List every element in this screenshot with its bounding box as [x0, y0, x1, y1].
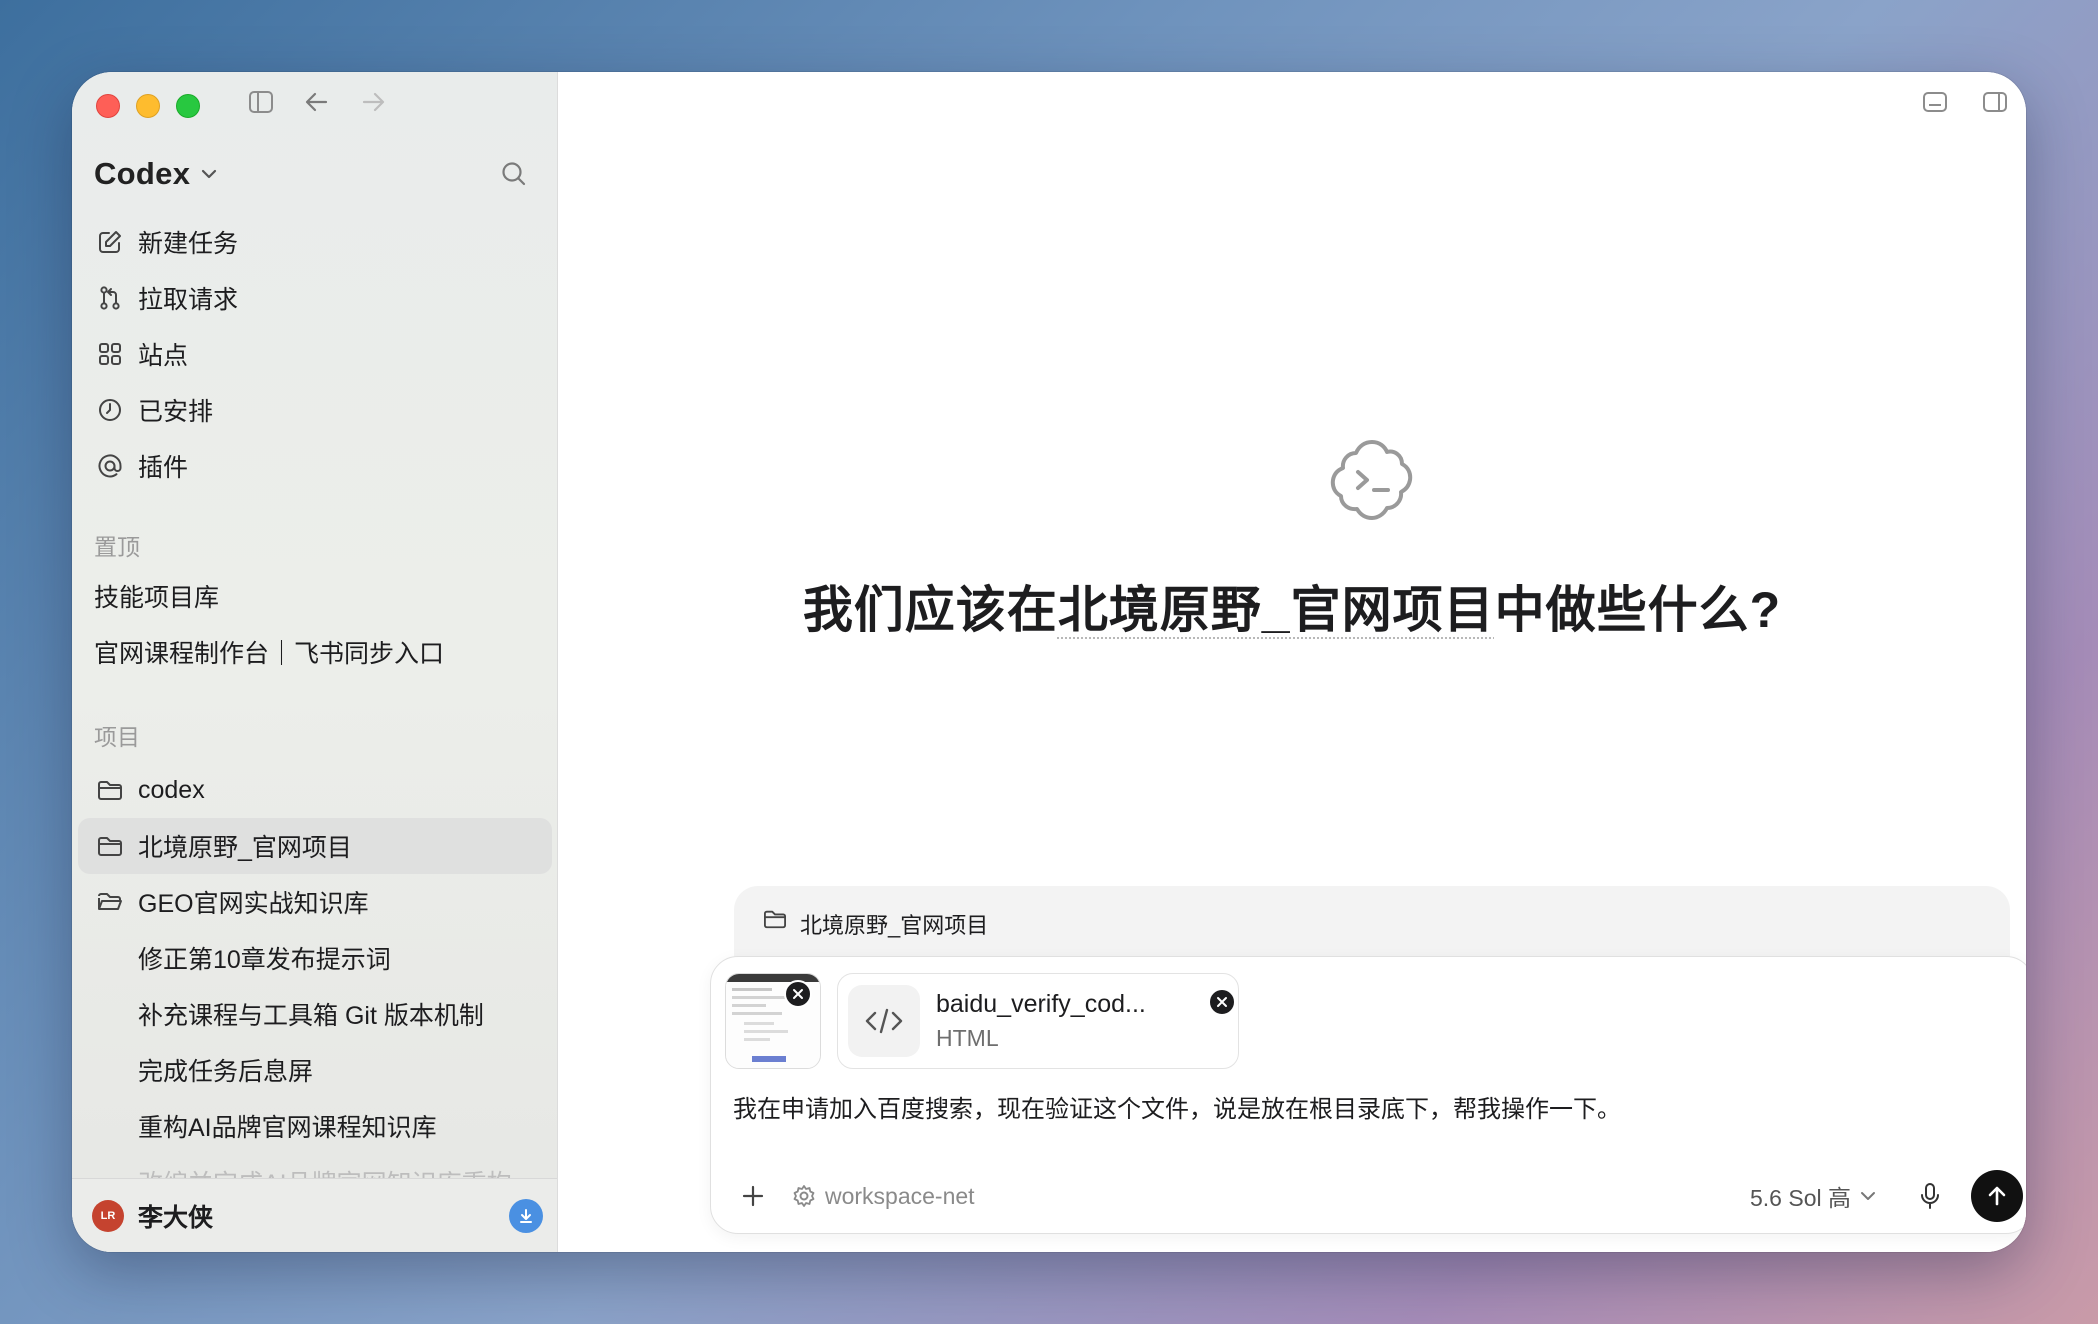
- remove-screenshot-button[interactable]: [784, 980, 812, 1008]
- sidebar-item-label: 已安排: [138, 398, 214, 426]
- close-icon: [1217, 997, 1227, 1007]
- workspace-label: workspace-net: [825, 1182, 975, 1209]
- open-folder-icon: [98, 893, 122, 910]
- code-file-icon: [848, 985, 920, 1057]
- composer-toolbar: workspace-net 5.6 Sol 高: [733, 1165, 2023, 1227]
- chevron-down-icon: [202, 169, 217, 179]
- minimize-window-button[interactable]: [136, 94, 160, 118]
- workspace-switcher[interactable]: Codex: [94, 156, 218, 192]
- grid-icon: [99, 343, 121, 365]
- project-item-codex[interactable]: codex: [78, 762, 552, 818]
- remove-file-button[interactable]: [1208, 988, 1236, 1016]
- user-footer[interactable]: LR 李大侠: [72, 1178, 557, 1252]
- voice-input-button[interactable]: [1915, 1182, 1945, 1210]
- terminal-panel-icon[interactable]: [1922, 90, 1948, 114]
- plus-icon: [742, 1185, 764, 1207]
- main-panel: 我们应该在北境原野_官网项目中做些什么? 北境原野_官网项目 baidu_ver…: [558, 72, 2026, 1252]
- search-icon[interactable]: [500, 160, 528, 188]
- clock-icon: [99, 399, 121, 421]
- prompt-input[interactable]: 我在申请加入百度搜索，现在验证这个文件，说是放在根目录底下，帮我操作一下。: [733, 1089, 1621, 1124]
- zoom-window-button[interactable]: [176, 94, 200, 118]
- file-info: baidu_verify_cod... HTML: [936, 990, 1146, 1052]
- arrow-up-icon: [1988, 1186, 2006, 1206]
- context-project-label: 北境原野_官网项目: [800, 913, 989, 938]
- composer: baidu_verify_cod... HTML 我在申请加入百度搜索，现在验证…: [710, 956, 2026, 1234]
- gear-icon: [793, 1185, 815, 1207]
- task-item[interactable]: 完成任务后息屏: [78, 1042, 552, 1098]
- screenshot-attachment-thumbnail[interactable]: [725, 973, 821, 1069]
- window-controls: [96, 94, 200, 118]
- add-attachment-button[interactable]: [733, 1176, 773, 1216]
- hero-title: 我们应该在北境原野_官网项目中做些什么?: [558, 570, 2026, 642]
- edit-icon: [99, 231, 121, 253]
- model-selector[interactable]: 5.6 Sol 高: [1750, 1179, 1877, 1213]
- project-item-geo[interactable]: GEO官网实战知识库: [78, 874, 552, 930]
- microphone-icon: [1921, 1183, 1939, 1209]
- task-item[interactable]: 修正第10章发布提示词: [78, 930, 552, 986]
- pinned-item[interactable]: 官网课程制作台｜飞书同步入口: [82, 624, 548, 680]
- project-label: codex: [138, 775, 205, 804]
- at-icon: [98, 454, 122, 478]
- workspace-selector[interactable]: workspace-net: [791, 1183, 975, 1210]
- hero-prefix: 我们应该在: [802, 582, 1058, 638]
- folder-icon: [764, 910, 786, 929]
- pull-request-icon: [100, 286, 120, 310]
- sidebar-toolbar: [248, 90, 386, 114]
- codex-cloud-icon: [1330, 440, 1413, 520]
- side-panel-icon[interactable]: [1982, 90, 2008, 114]
- sidebar-toggle-icon[interactable]: [248, 90, 274, 114]
- sidebar-item-scheduled[interactable]: 已安排: [82, 382, 548, 438]
- file-attachment-chip[interactable]: baidu_verify_cod... HTML: [837, 973, 1239, 1069]
- sidebar-item-label: 新建任务: [138, 230, 239, 258]
- download-update-button[interactable]: [509, 1199, 543, 1233]
- pinned-list: 技能项目库 官网课程制作台｜飞书同步入口: [82, 568, 548, 680]
- app-name: Codex: [94, 156, 191, 191]
- pinned-section-label: 置顶: [94, 534, 140, 560]
- back-arrow-icon[interactable]: [304, 90, 330, 114]
- sidebar-item-new-task[interactable]: 新建任务: [82, 214, 548, 270]
- forward-arrow-icon[interactable]: [360, 90, 386, 114]
- avatar: LR: [92, 1199, 124, 1232]
- model-label: 5.6 Sol 高: [1750, 1185, 1851, 1211]
- sidebar-nav: 新建任务 拉取请求 站点 已安排 插件: [82, 214, 548, 494]
- send-button[interactable]: [1971, 1170, 2023, 1222]
- sidebar-item-label: 拉取请求: [138, 286, 239, 314]
- projects-section-label: 项目: [94, 724, 140, 750]
- user-name: 李大侠: [138, 1203, 214, 1232]
- sidebar-item-label: 插件: [138, 454, 189, 482]
- download-icon: [520, 1209, 532, 1223]
- project-context-bar[interactable]: 北境原野_官网项目: [734, 886, 2010, 966]
- project-item-active[interactable]: 北境原野_官网项目: [78, 818, 552, 874]
- file-name: baidu_verify_cod...: [936, 990, 1146, 1018]
- sidebar: Codex 新建任务 拉取请求 站点 已安排 插件 置顶 技能项目库 官网课程制…: [72, 72, 558, 1252]
- hero-suffix: 中做些什么?: [1494, 582, 1782, 638]
- folder-icon: [98, 837, 122, 856]
- folder-icon: [98, 781, 122, 800]
- projects-list: codex 北境原野_官网项目 GEO官网实战知识库 修正第10章发布提示词 补…: [78, 762, 552, 1194]
- sidebar-item-pull-requests[interactable]: 拉取请求: [82, 270, 548, 326]
- sidebar-item-label: 站点: [138, 342, 189, 370]
- close-icon: [793, 989, 803, 999]
- window-tools: [1922, 90, 2008, 114]
- task-item[interactable]: 补充课程与工具箱 Git 版本机制: [78, 986, 552, 1042]
- project-label: GEO官网实战知识库: [138, 890, 369, 918]
- sidebar-item-sites[interactable]: 站点: [82, 326, 548, 382]
- close-window-button[interactable]: [96, 94, 120, 118]
- chevron-down-icon: [1861, 1192, 1875, 1200]
- sidebar-item-plugins[interactable]: 插件: [82, 438, 548, 494]
- pinned-item[interactable]: 技能项目库: [82, 568, 548, 624]
- app-window: Codex 新建任务 拉取请求 站点 已安排 插件 置顶 技能项目库 官网课程制…: [72, 72, 2026, 1252]
- hero-project-link[interactable]: 北境原野_官网项目: [1058, 582, 1495, 638]
- task-item[interactable]: 重构AI品牌官网课程知识库: [78, 1098, 552, 1154]
- project-label: 北境原野_官网项目: [138, 834, 352, 862]
- file-type: HTML: [936, 1025, 999, 1051]
